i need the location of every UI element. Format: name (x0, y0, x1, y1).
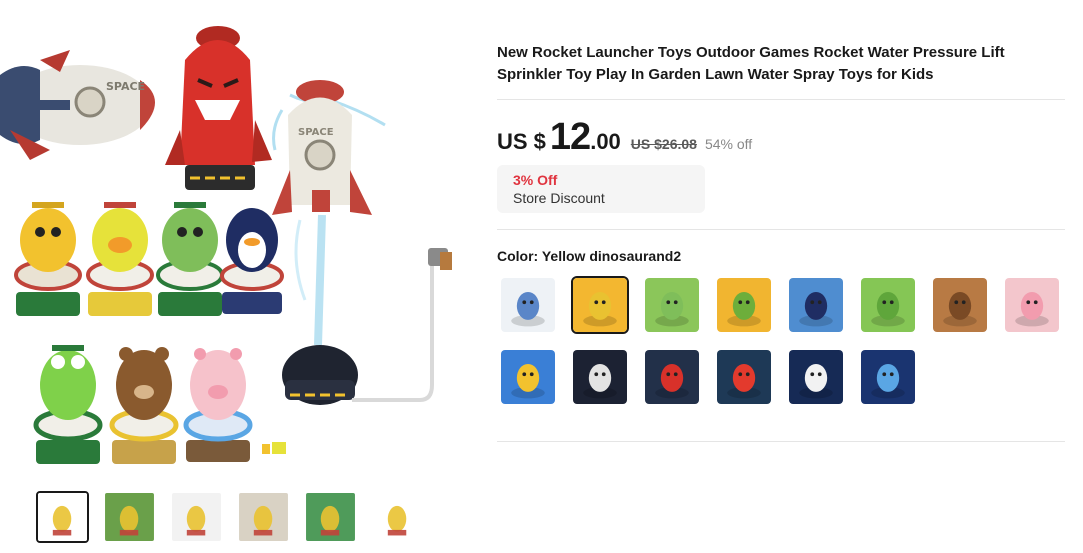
thumb-kids[interactable] (237, 491, 290, 543)
price-decimal: .00 (590, 129, 621, 154)
thumb-duck[interactable] (371, 491, 424, 543)
space-label-left: SPACE (106, 80, 145, 93)
thumb-garden-2[interactable] (304, 491, 357, 543)
store-discount-badge[interactable]: 3% Off Store Discount (497, 165, 705, 213)
small-accessory (262, 442, 286, 454)
thumb-diagram[interactable] (170, 491, 223, 543)
divider (497, 441, 1065, 442)
store-discount-label: Store Discount (513, 190, 605, 206)
color-swatch-yellow-rocket[interactable] (499, 348, 557, 406)
product-title: New Rocket Launcher Toys Outdoor Games R… (497, 44, 1005, 83)
color-swatch-bear[interactable] (931, 276, 989, 334)
character-penguin (220, 208, 284, 314)
product-gallery: SPACE SPACE (0, 0, 470, 553)
sprinkler-base (282, 248, 452, 405)
rocket-red (165, 26, 272, 190)
character-green-dino (156, 202, 224, 316)
thumb-all[interactable] (36, 491, 89, 543)
color-swatch-green-dinosaur[interactable] (643, 276, 701, 334)
color-label: Color: Yellow dinosaurand2 (497, 248, 682, 264)
store-discount-percent: 3% Off (513, 172, 558, 188)
price-row: US $ 12 .00 US $26.08 54% off (497, 116, 752, 159)
character-yellow-duck (86, 202, 154, 316)
color-swatch-green-crocodile[interactable] (715, 276, 773, 334)
main-product-image[interactable]: SPACE SPACE (0, 0, 460, 480)
character-yellow-dino (14, 202, 82, 316)
divider (497, 99, 1065, 100)
space-label-right: SPACE (298, 127, 334, 138)
color-swatch-white-rocket[interactable] (571, 348, 629, 406)
price-currency: US $ (497, 129, 546, 154)
rocket-white-left: SPACE (0, 50, 155, 160)
color-swatch-accessories[interactable] (499, 276, 557, 334)
color-swatch-red-rocket[interactable] (643, 348, 701, 406)
color-swatch-white-rocket-2[interactable] (787, 348, 845, 406)
character-frog (33, 345, 103, 464)
thumbnail-strip (36, 491, 424, 543)
color-swatch-frog[interactable] (859, 276, 917, 334)
color-swatch-red-rocket-2[interactable] (715, 348, 773, 406)
discount-percent: 54% off (704, 136, 753, 152)
color-swatch-pig[interactable] (1003, 276, 1061, 334)
color-swatch-yellow-dinosaur[interactable] (571, 276, 629, 334)
color-swatch-blue-rocket[interactable] (859, 348, 917, 406)
divider (497, 229, 1065, 230)
price-integer: 12 (549, 116, 591, 158)
color-swatch-penguin[interactable] (787, 276, 845, 334)
color-swatches (499, 276, 1069, 406)
character-pig (183, 348, 253, 462)
rocket-white-spray: SPACE (272, 80, 386, 346)
thumb-garden-1[interactable] (103, 491, 156, 543)
original-price: US $26.08 (630, 136, 697, 152)
character-bear (109, 347, 179, 464)
